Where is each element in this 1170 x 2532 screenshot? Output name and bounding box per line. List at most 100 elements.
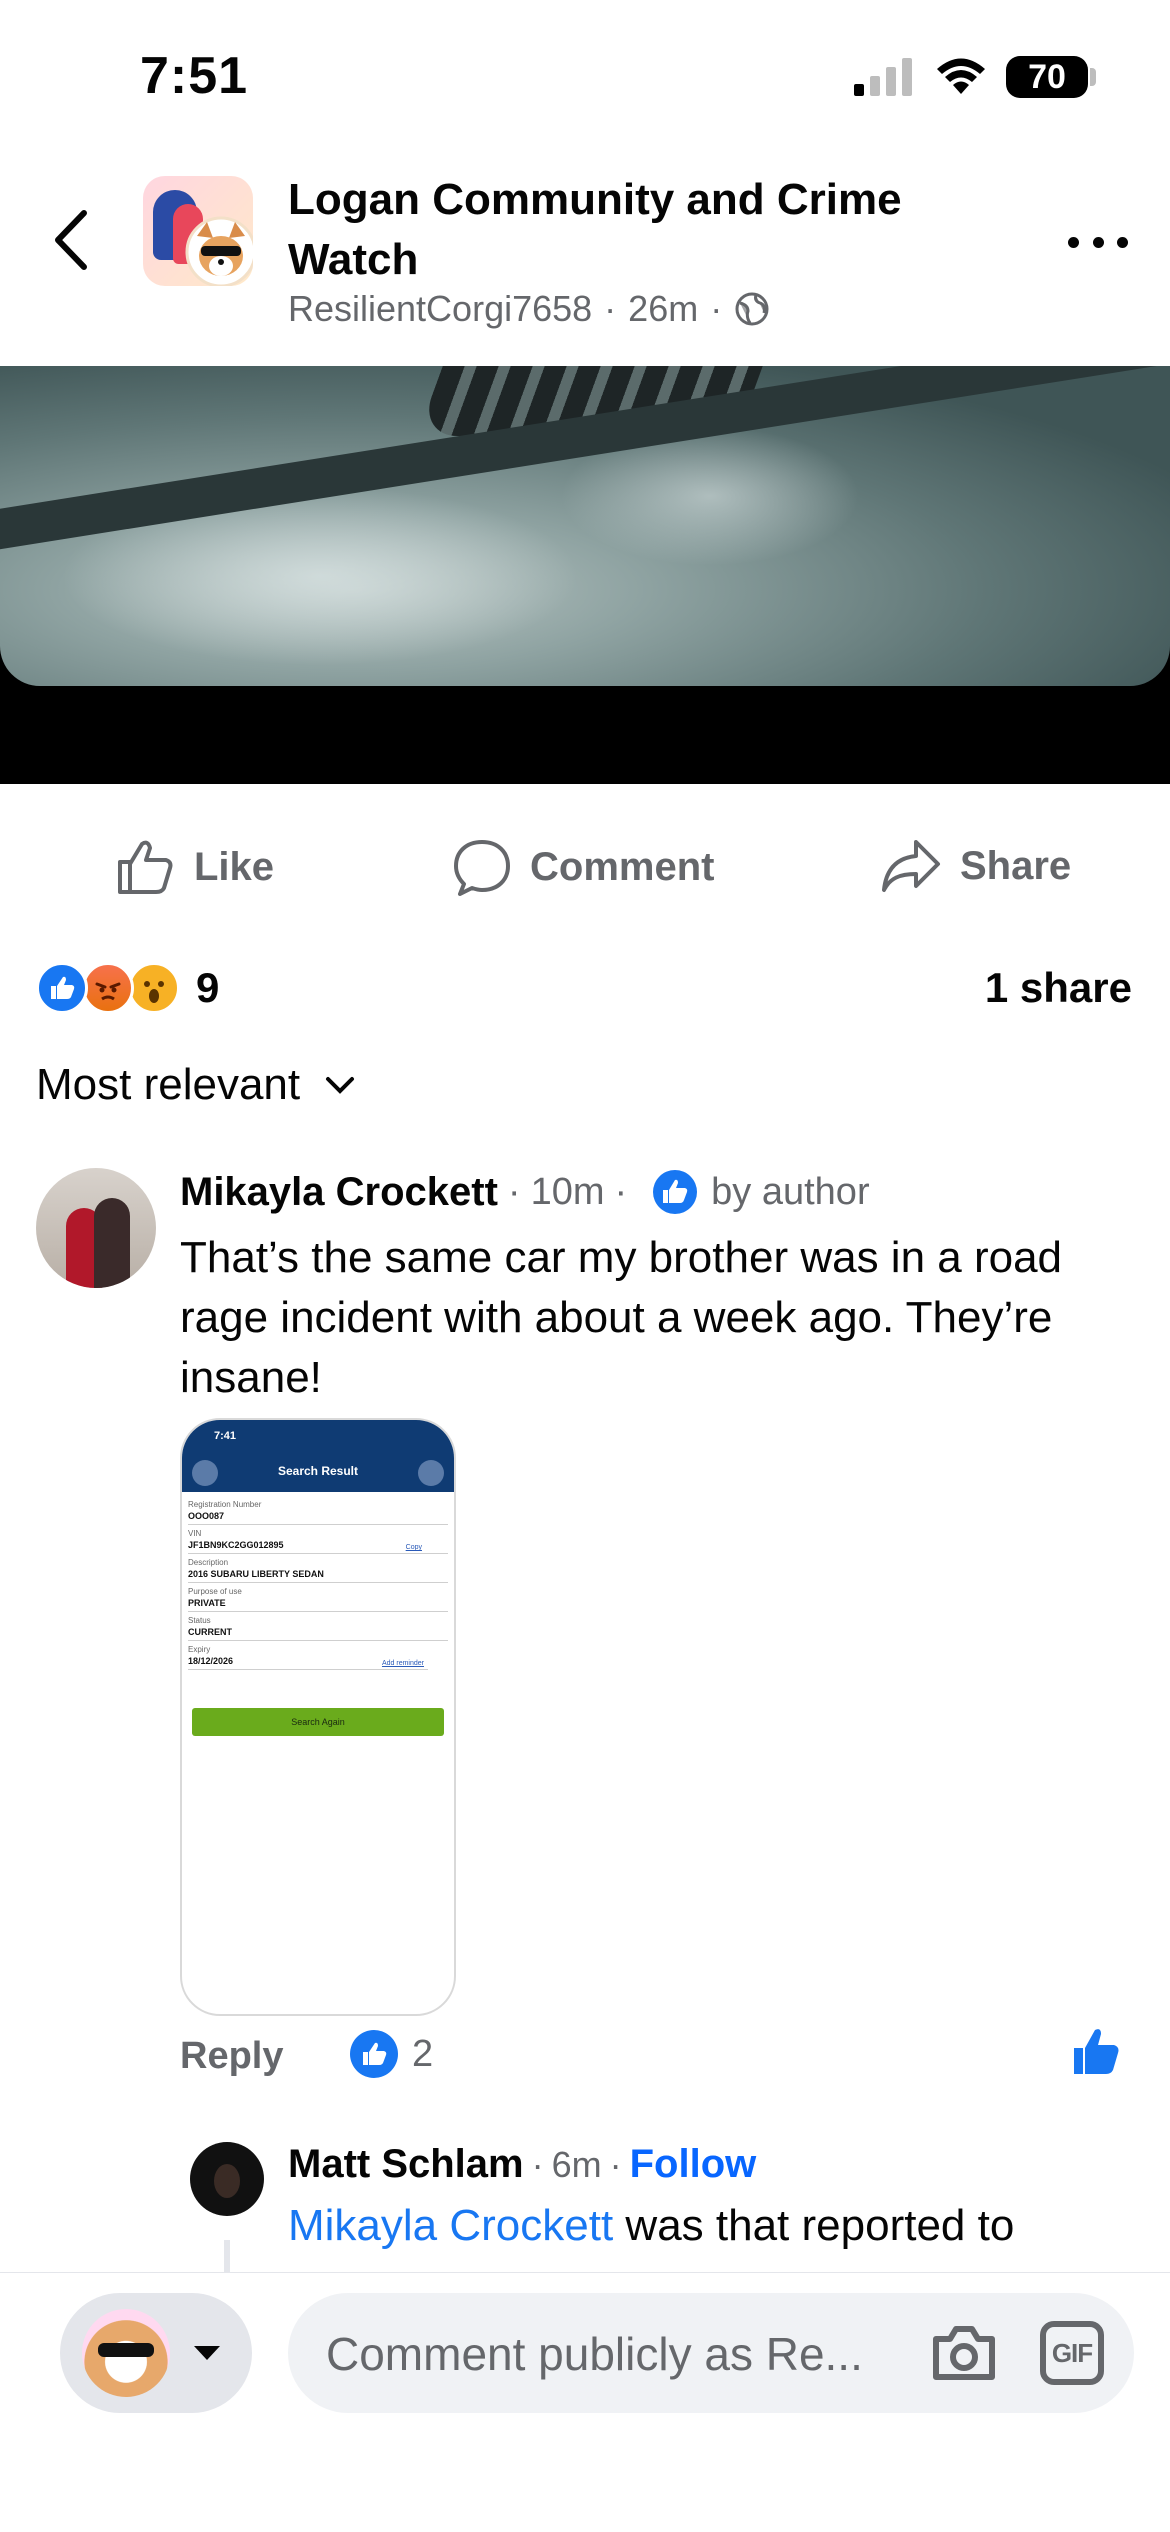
meta-separator: · <box>710 288 723 329</box>
post-media[interactable] <box>0 366 1170 784</box>
copy-link: Copy <box>405 1544 422 1551</box>
post-header: Logan Community and Crime Watch Resilien… <box>0 150 1170 366</box>
reply-body: was that reported to <box>613 2201 1015 2250</box>
battery-indicator: 70 <box>1006 56 1088 98</box>
comment-time: 10m <box>530 1170 605 1213</box>
mention-link[interactable]: Mikayla Crockett <box>288 2201 613 2250</box>
meta-separator: · <box>609 2143 622 2185</box>
field-label: VIN <box>188 1529 202 1538</box>
post-action-bar: Like Comment Share <box>0 784 1170 954</box>
star-circle-icon <box>418 1460 444 1486</box>
chevron-left-icon <box>55 210 87 270</box>
reaction-count: 9 <box>196 964 220 1011</box>
corgi-avatar-icon <box>185 216 253 286</box>
status-time: 7:51 <box>140 47 249 105</box>
avatar-figure <box>94 1198 130 1288</box>
back-button[interactable] <box>40 200 100 280</box>
sunglasses-detail <box>98 2343 154 2357</box>
field-label: Status <box>188 1616 211 1625</box>
more-dot <box>1068 236 1079 248</box>
chevron-down-icon <box>326 1077 355 1094</box>
comment-actions: Reply 2 <box>180 2026 1140 2086</box>
post-time[interactable]: 26m <box>628 288 698 330</box>
field-value: CURRENT <box>188 1627 232 1637</box>
share-label: Share <box>960 843 1072 888</box>
status-bar: 7:51 70 <box>0 0 1170 150</box>
thumbs-up-filled-icon[interactable] <box>1070 2026 1122 2078</box>
share-count[interactable]: 1 share <box>985 964 1132 1012</box>
share-button[interactable]: Share <box>880 838 1071 894</box>
more-dot <box>1117 236 1128 248</box>
meta-separator: · <box>614 1170 628 1213</box>
attachment-field: Registration Number OOO087 <box>188 1498 448 1525</box>
more-options-button[interactable] <box>1068 222 1128 262</box>
post-photo[interactable] <box>0 366 1170 686</box>
wow-reaction-icon <box>128 962 180 1014</box>
like-label: Like <box>194 844 275 889</box>
comment-attachment-image[interactable]: 7:41 Search Result Registration Number O… <box>180 1418 456 2016</box>
add-reminder-link: Add reminder <box>381 1660 424 1667</box>
replier-name[interactable]: Matt Schlam <box>288 2142 524 2187</box>
field-value: PRIVATE <box>188 1598 226 1608</box>
attachment-fields: Registration Number OOO087 VIN JF1BN9KC2… <box>182 1492 454 1670</box>
composer-avatar <box>82 2309 170 2397</box>
commenter-avatar[interactable] <box>36 1168 156 1288</box>
comment-like-count: 2 <box>412 2032 434 2075</box>
attachment-field: Status CURRENT <box>188 1614 448 1641</box>
reply-time: 6m <box>551 2143 602 2185</box>
avatar-face <box>214 2164 240 2198</box>
gif-icon[interactable]: GIF <box>1040 2321 1104 2385</box>
wifi-icon <box>937 58 985 94</box>
comment-sort-dropdown[interactable]: Most relevant <box>36 1060 356 1110</box>
group-avatar[interactable] <box>143 176 253 286</box>
commenter-name[interactable]: Mikayla Crockett <box>180 1170 498 1215</box>
comment-reaction-count[interactable]: 2 <box>350 2030 433 2078</box>
reply-text: Mikayla Crockett was that reported to <box>288 2196 1128 2266</box>
attachment-field: VIN JF1BN9KC2GG012895 Copy <box>188 1527 448 1554</box>
comment-text: That’s the same car my brother was in a … <box>180 1233 1063 1402</box>
caret-down-icon <box>194 2346 220 2360</box>
globe-icon <box>735 292 769 326</box>
like-button[interactable]: Like <box>116 838 274 896</box>
reply-button[interactable]: Reply <box>180 2035 283 2078</box>
author-badge-label: by author <box>711 1170 870 1213</box>
field-label: Registration Number <box>188 1500 262 1509</box>
comment-input[interactable]: Comment publicly as Re... GIF <box>288 2293 1134 2413</box>
attachment-field: Expiry 18/12/2026 Add reminder <box>188 1643 428 1670</box>
attachment-time: 7:41 <box>214 1430 237 1442</box>
reply-header: Matt Schlam · 6m · Follow <box>288 2142 756 2187</box>
thumbs-up-outline-icon <box>118 840 173 894</box>
meta-separator: · <box>531 2143 544 2185</box>
post-meta: ResilientCorgi7658 · 26m · <box>288 288 770 330</box>
like-reaction-icon <box>350 2030 398 2078</box>
field-label: Description <box>188 1558 229 1567</box>
battery-tip <box>1090 68 1096 86</box>
comment-label: Comment <box>530 844 715 889</box>
profile-switcher[interactable] <box>60 2293 252 2413</box>
follow-button[interactable]: Follow <box>630 2142 757 2187</box>
reaction-summary[interactable]: 9 <box>36 960 219 1016</box>
post-author[interactable]: ResilientCorgi7658 <box>288 288 592 330</box>
comment-header: Mikayla Crockett · 10m · by author <box>180 1168 870 1216</box>
more-dot <box>1092 236 1104 248</box>
attachment-field: Purpose of use PRIVATE <box>188 1585 448 1612</box>
meta-separator: · <box>604 288 617 329</box>
cellular-signal-icon <box>854 58 912 96</box>
group-title[interactable]: Logan Community and Crime Watch <box>288 170 968 290</box>
comment-bubble-icon <box>454 840 510 896</box>
angry-reaction-icon <box>82 962 134 1014</box>
field-label: Purpose of use <box>188 1587 242 1596</box>
meta-separator: · <box>507 1170 521 1213</box>
attachment-header: 7:41 Search Result <box>182 1420 454 1492</box>
field-value: OOO087 <box>188 1511 225 1521</box>
attachment-field: Description 2016 SUBARU LIBERTY SEDAN <box>188 1556 448 1583</box>
search-again-button: Search Again <box>192 1708 444 1736</box>
comment-input-placeholder: Comment publicly as Re... <box>326 2328 863 2380</box>
sort-label: Most relevant <box>36 1060 301 1109</box>
comment-button[interactable]: Comment <box>452 838 714 896</box>
field-value: 2016 SUBARU LIBERTY SEDAN <box>188 1569 324 1579</box>
replier-avatar[interactable] <box>190 2142 264 2216</box>
camera-icon[interactable] <box>928 2317 1000 2389</box>
attachment-title: Search Result <box>277 1464 359 1478</box>
share-arrow-icon <box>882 840 940 892</box>
